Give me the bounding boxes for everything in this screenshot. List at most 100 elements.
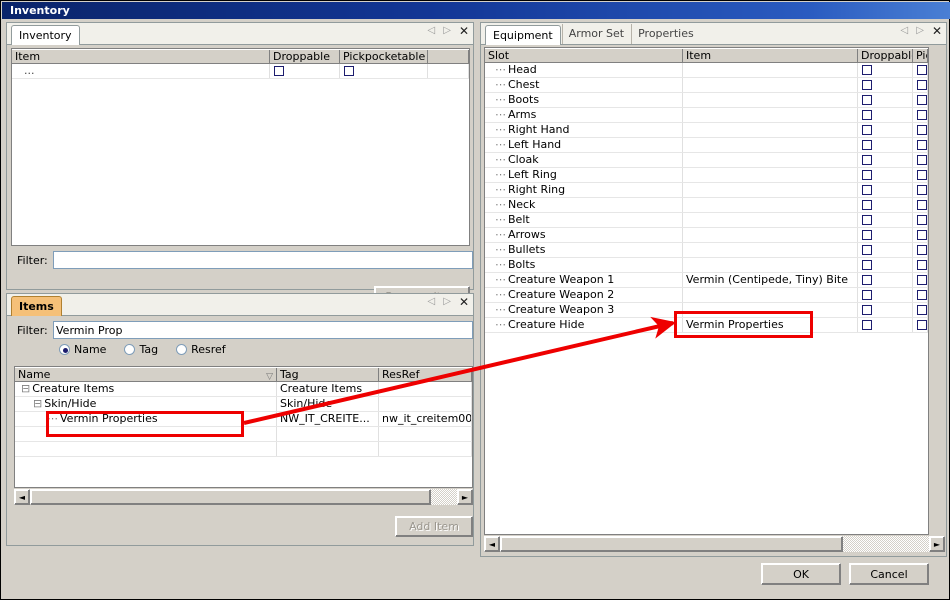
table-row[interactable]: ⋯ Left Ring — [485, 168, 928, 183]
equipment-row-item[interactable] — [683, 168, 858, 182]
equipment-row-slot-cell[interactable]: ⋯ Left Ring — [485, 168, 683, 182]
column-header-slot[interactable]: Slot — [485, 49, 683, 62]
add-item-button[interactable]: Add Item — [395, 516, 473, 537]
prev-tab-icon[interactable]: ◁ — [428, 26, 436, 36]
droppable-checkbox[interactable] — [862, 320, 872, 330]
equipment-row-item[interactable] — [683, 108, 858, 122]
table-row[interactable]: ⋯ Boots — [485, 93, 928, 108]
equipment-row-pickpocketable-cell[interactable] — [913, 258, 928, 272]
pickpocketable-checkbox[interactable] — [917, 200, 927, 210]
equipment-row-slot-cell[interactable]: ⋯ Belt — [485, 213, 683, 227]
scroll-left-button[interactable]: ◄ — [484, 536, 500, 552]
column-header-droppable[interactable]: Droppable — [270, 50, 340, 63]
equipment-row-droppable-cell[interactable] — [858, 78, 913, 92]
equipment-row-pickpocketable-cell[interactable] — [913, 243, 928, 257]
equipment-row-slot-cell[interactable]: ⋯ Arms — [485, 108, 683, 122]
droppable-checkbox[interactable] — [862, 80, 872, 90]
table-row[interactable]: ⋯ Head — [485, 63, 928, 78]
equipment-row-droppable-cell[interactable] — [858, 213, 913, 227]
pickpocketable-checkbox[interactable] — [344, 66, 354, 76]
equipment-row-pickpocketable-cell[interactable] — [913, 213, 928, 227]
pickpocketable-checkbox[interactable] — [917, 95, 927, 105]
equipment-row-slot-cell[interactable]: ⋯ Bullets — [485, 243, 683, 257]
droppable-checkbox[interactable] — [862, 110, 872, 120]
items-grid-hscrollbar[interactable]: ◄ ► — [14, 489, 473, 505]
table-row[interactable]: ⋯ Vermin Properties NW_IT_CREITE... nw_it… — [15, 412, 472, 427]
pickpocketable-checkbox[interactable] — [917, 140, 927, 150]
hscroll-thumb[interactable] — [500, 536, 844, 552]
table-row[interactable]: ⋯ Arms — [485, 108, 928, 123]
equipment-row-slot-cell[interactable]: ⋯ Chest — [485, 78, 683, 92]
equipment-row-droppable-cell[interactable] — [858, 108, 913, 122]
equipment-row-slot-cell[interactable]: ⋯ Right Hand — [485, 123, 683, 137]
tab-properties[interactable]: Properties — [631, 24, 700, 44]
hscroll-thumb[interactable] — [30, 489, 432, 505]
equipment-row-item[interactable] — [683, 198, 858, 212]
equipment-row-pickpocketable-cell[interactable] — [913, 138, 928, 152]
scroll-right-button[interactable]: ► — [457, 489, 473, 505]
items-row-name-cell[interactable]: ⊟ Skin/Hide — [15, 397, 277, 411]
items-grid[interactable]: Name ▽ Tag ResRef ⊟ Creature Items Creatu… — [14, 366, 473, 488]
table-row[interactable]: ⋯ Bullets — [485, 243, 928, 258]
tab-armor-set[interactable]: Armor Set — [561, 24, 630, 44]
equipment-row-slot-cell[interactable]: ⋯ Cloak — [485, 153, 683, 167]
expander-icon[interactable]: ⊟ — [33, 397, 42, 410]
pickpocketable-checkbox[interactable] — [917, 290, 927, 300]
equipment-row-droppable-cell[interactable] — [858, 288, 913, 302]
equipment-row-item[interactable] — [683, 93, 858, 107]
equipment-row-droppable-cell[interactable] — [858, 138, 913, 152]
equipment-row-pickpocketable-cell[interactable] — [913, 78, 928, 92]
droppable-checkbox[interactable] — [862, 305, 872, 315]
column-header-resref[interactable]: ResRef — [379, 368, 472, 381]
equipment-row-pickpocketable-cell[interactable] — [913, 183, 928, 197]
equipment-row-droppable-cell[interactable] — [858, 183, 913, 197]
equipment-row-slot-cell[interactable]: ⋯ Boots — [485, 93, 683, 107]
scroll-left-button[interactable]: ◄ — [14, 489, 30, 505]
tab-inventory[interactable]: Inventory — [11, 25, 80, 45]
equipment-row-slot-cell[interactable]: ⋯ Arrows — [485, 228, 683, 242]
equipment-row-slot-cell[interactable]: ⋯ Neck — [485, 198, 683, 212]
hscroll-track[interactable] — [30, 489, 457, 505]
radio-resref[interactable]: Resref — [176, 343, 226, 356]
equipment-row-droppable-cell[interactable] — [858, 63, 913, 77]
equipment-row-pickpocketable-cell[interactable] — [913, 228, 928, 242]
pickpocketable-checkbox[interactable] — [917, 305, 927, 315]
equipment-row-item[interactable] — [683, 63, 858, 77]
tab-items[interactable]: Items — [11, 296, 62, 316]
table-row[interactable]: ⋯ Creature Weapon 2 — [485, 288, 928, 303]
equipment-row-pickpocketable-cell[interactable] — [913, 153, 928, 167]
equipment-row-pickpocketable-cell[interactable] — [913, 198, 928, 212]
items-row-name-cell[interactable]: ⊟ Creature Items — [15, 382, 277, 396]
equipment-row-item[interactable] — [683, 303, 858, 317]
droppable-checkbox[interactable] — [862, 290, 872, 300]
droppable-checkbox[interactable] — [862, 170, 872, 180]
equipment-row-item[interactable]: Vermin (Centipede, Tiny) Bite — [683, 273, 858, 287]
pickpocketable-checkbox[interactable] — [917, 125, 927, 135]
table-row[interactable]: ⋯ Right Hand — [485, 123, 928, 138]
inventory-filter-input[interactable] — [53, 251, 473, 269]
equipment-row-droppable-cell[interactable] — [858, 273, 913, 287]
pickpocketable-checkbox[interactable] — [917, 65, 927, 75]
column-header-pickpocketable[interactable]: Pickpocketable — [340, 50, 428, 63]
equipment-grid[interactable]: Slot Item Droppable Pickp ⋯Head⋯Chest⋯Bo… — [484, 47, 929, 535]
pickpocketable-checkbox[interactable] — [917, 260, 927, 270]
table-row[interactable]: ⋯ Belt — [485, 213, 928, 228]
equipment-row-pickpocketable-cell[interactable] — [913, 93, 928, 107]
column-header-pickpocketable[interactable]: Pickp — [913, 49, 928, 62]
table-row[interactable]: ⋯ Cloak — [485, 153, 928, 168]
tab-equipment[interactable]: Equipment — [485, 25, 561, 45]
droppable-checkbox[interactable] — [862, 185, 872, 195]
equipment-row-item[interactable]: Vermin Properties — [683, 318, 858, 332]
close-icon[interactable]: ✕ — [459, 296, 469, 308]
equipment-row-droppable-cell[interactable] — [858, 303, 913, 317]
equipment-row-item[interactable] — [683, 213, 858, 227]
column-header-item[interactable]: Item — [683, 49, 858, 62]
table-row[interactable]: ⋯ Arrows — [485, 228, 928, 243]
radio-tag-indicator[interactable] — [124, 344, 136, 355]
equipment-row-item[interactable] — [683, 123, 858, 137]
equipment-row-slot-cell[interactable]: ⋯ Right Ring — [485, 183, 683, 197]
droppable-checkbox[interactable] — [862, 155, 872, 165]
table-row[interactable]: ⋯ Creature Weapon 3 — [485, 303, 928, 318]
equipment-row-item[interactable] — [683, 138, 858, 152]
droppable-checkbox[interactable] — [274, 66, 284, 76]
